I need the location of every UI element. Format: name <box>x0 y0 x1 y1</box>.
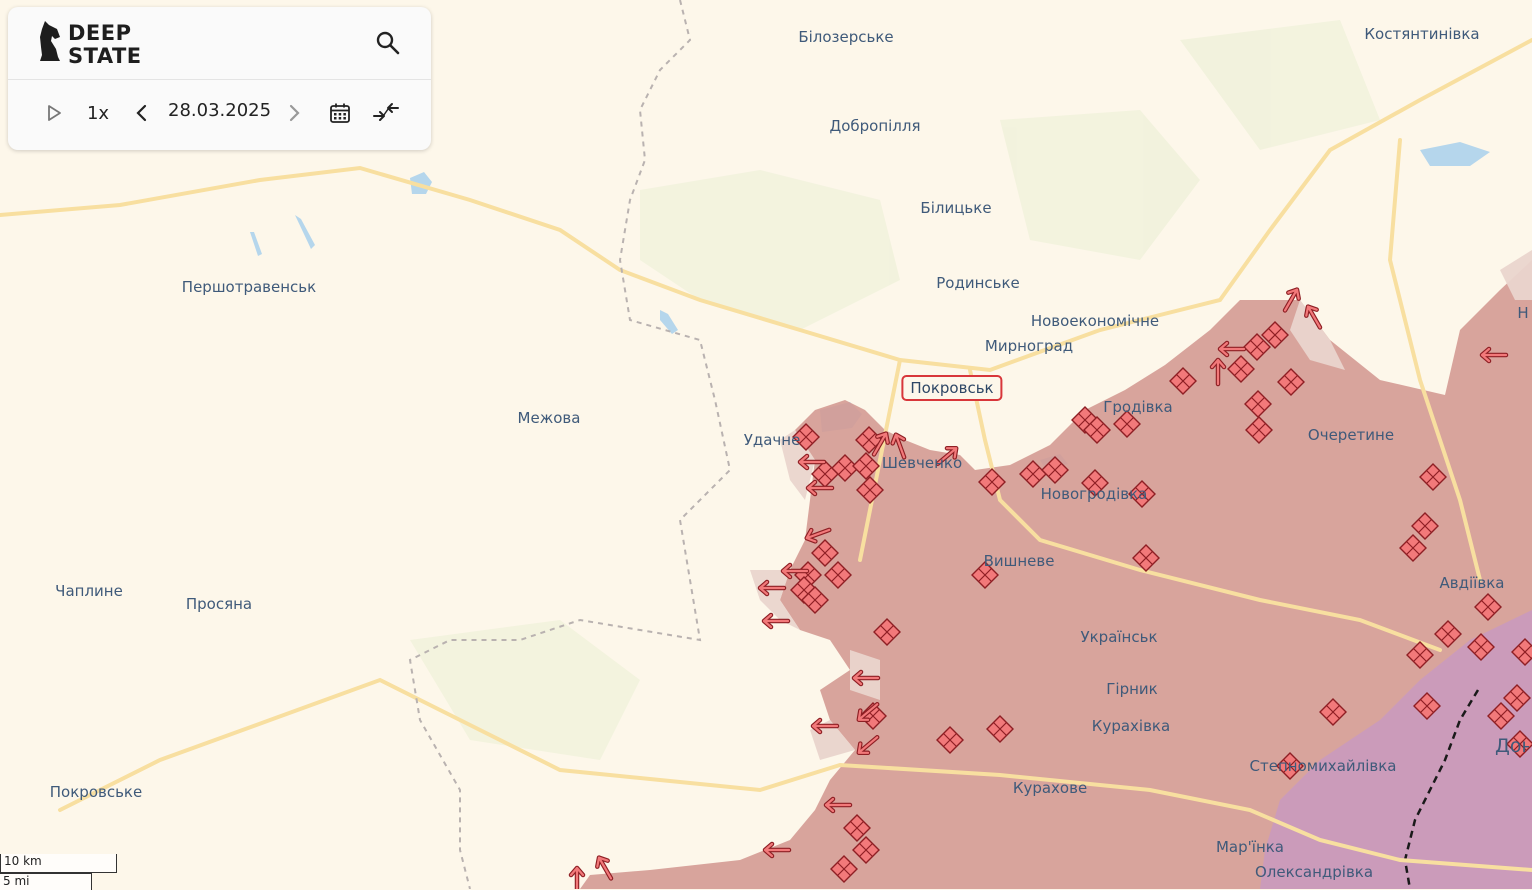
label-kurakhivka: Курахівка <box>1091 717 1171 735</box>
label-hirnyk: Гірник <box>1106 680 1158 698</box>
compare-button[interactable] <box>370 97 402 127</box>
label-hrodivka: Гродівка <box>1103 398 1173 416</box>
label-novoekonomichne: Новоекономічне <box>1030 312 1160 330</box>
label-novohrodivka: Новогродівка <box>1040 485 1148 503</box>
chevron-left-icon <box>136 104 147 122</box>
label-marinka: Мар'їнка <box>1215 838 1285 856</box>
label-udachne: Удачне <box>743 431 801 449</box>
prev-date-button[interactable] <box>130 99 154 127</box>
label-pershotravensk: Першотравенськ <box>181 278 317 296</box>
oblast-boundary <box>408 0 732 889</box>
speed-button[interactable]: 1x <box>80 99 116 127</box>
label-myrnohrad: Мирноград <box>984 337 1074 355</box>
label-kostiantynivka: Костянтинівка <box>1364 25 1480 43</box>
control-panel: DEEP STATE 1x 28.03.2025 <box>8 7 431 150</box>
scale-bar-mi: 5 mi <box>0 873 92 890</box>
label-ukrainsk: Українськ <box>1080 628 1158 646</box>
label-shevchenko: Шевченко <box>881 454 963 472</box>
label-prosiana: Просяна <box>185 595 253 613</box>
play-icon <box>48 105 61 121</box>
label-bilytske: Білицьке <box>920 199 992 217</box>
play-button[interactable] <box>40 99 68 127</box>
scale-bar-km: 10 km <box>0 854 117 873</box>
label-donetsk: Донецьк <box>1495 734 1529 757</box>
logo-line2: STATE <box>68 44 142 68</box>
next-date-button[interactable] <box>282 99 306 127</box>
label-mezhova: Межова <box>517 409 581 427</box>
label-avdiivka: Авдіївка <box>1439 574 1505 592</box>
panel-header: DEEP STATE <box>8 7 431 80</box>
label-oleksandrivka: Олександрівка <box>1254 863 1374 881</box>
knight-logo-icon <box>40 21 60 61</box>
deepstate-logo[interactable]: DEEP STATE <box>36 19 156 69</box>
logo-line1: DEEP <box>68 21 132 45</box>
search-button[interactable] <box>370 27 406 59</box>
search-icon <box>376 31 400 55</box>
date-display[interactable]: 28.03.2025 <box>168 100 271 121</box>
calendar-icon <box>330 103 350 123</box>
label-kurakhove: Курахове <box>1012 779 1088 797</box>
label-dobropillia: Добропілля <box>829 117 921 135</box>
label-pokrovske: Покровське <box>49 783 143 801</box>
compare-icon <box>373 103 399 121</box>
label-chapline: Чаплине <box>55 582 123 600</box>
label-donetsk-text: Донецьк <box>1495 734 1529 757</box>
label-bilozerske: Білозерське <box>798 28 894 46</box>
label-ocheretyne: Очеретине <box>1307 426 1395 444</box>
label-stepnomykhailivka: Степномихайлівка <box>1249 757 1397 775</box>
label-rodynske: Родинське <box>936 274 1020 292</box>
advance-arrow-icon <box>568 865 586 889</box>
label-vyshneve: Вишневе <box>983 552 1055 570</box>
label-pokrovsk-selected[interactable]: Покровськ <box>901 375 1003 401</box>
calendar-button[interactable] <box>326 99 354 127</box>
chevron-right-icon <box>289 104 300 122</box>
logo-text: DEEP STATE <box>68 22 142 68</box>
label-cut-right: Н <box>1517 304 1529 322</box>
